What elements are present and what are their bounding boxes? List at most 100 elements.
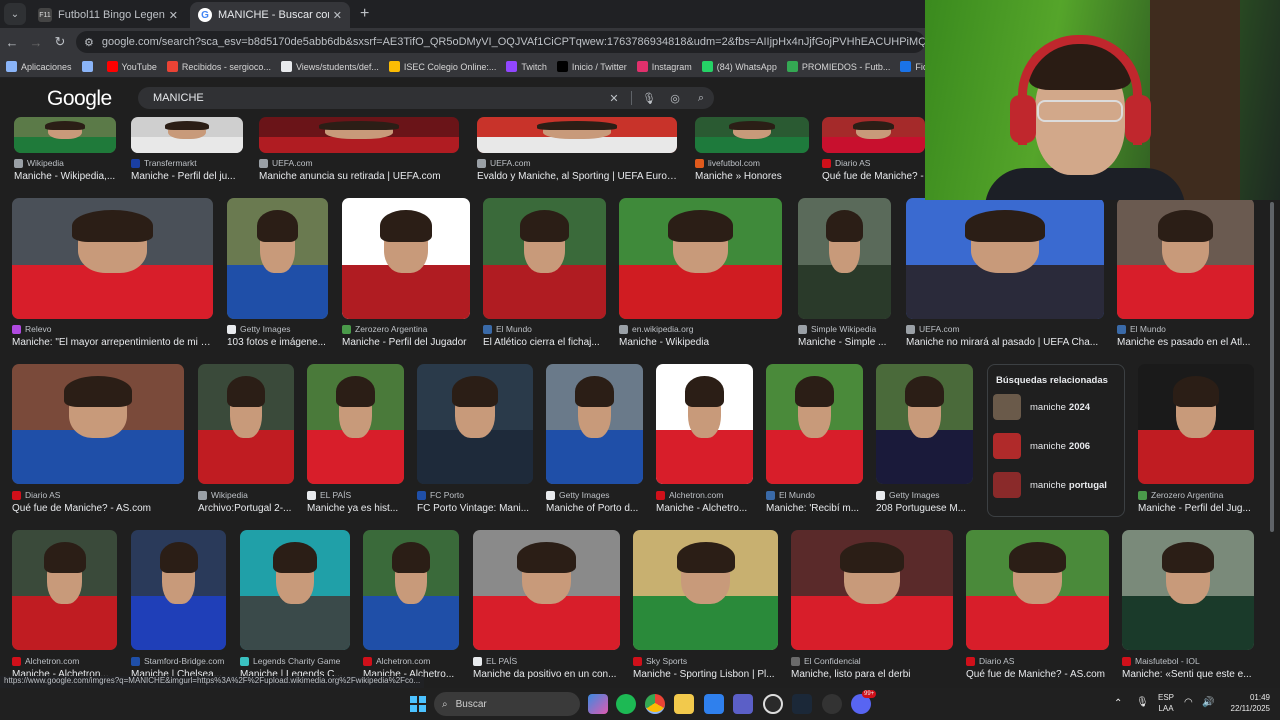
teams-icon[interactable]	[733, 694, 753, 714]
result-source[interactable]: UEFA.com	[259, 158, 459, 168]
result-source[interactable]: Transfermarkt	[131, 158, 243, 168]
result-thumbnail[interactable]	[633, 530, 778, 650]
result-source[interactable]: El Mundo	[766, 490, 863, 500]
image-result[interactable]: Alchetron.com Maniche - Alchetro...	[363, 530, 459, 683]
result-title[interactable]: Maniche no mirará al pasado | UEFA Cha..…	[906, 337, 1104, 348]
image-result[interactable]: Maisfutebol - IOL Maniche: «Senti que est…	[1122, 530, 1254, 683]
bookmark-item[interactable]: Instagram	[636, 61, 692, 72]
new-tab-button[interactable]: +	[360, 5, 369, 23]
tab-futbol11[interactable]: F11 Futbol11 Bingo Legends - Play ✕	[30, 2, 186, 28]
image-result[interactable]: FC Porto FC Porto Vintage: Mani...	[417, 364, 533, 517]
bookmark-item[interactable]: Twitch	[506, 61, 547, 72]
image-result[interactable]: Getty Images Maniche of Porto d...	[546, 364, 643, 517]
bookmark-item[interactable]: (84) WhatsApp	[701, 61, 777, 72]
result-title[interactable]: Maniche - Perfil del Jug...	[1138, 503, 1254, 514]
result-thumbnail[interactable]	[131, 530, 226, 650]
bookmark-item[interactable]: Fichajes de fútbol, r...	[900, 61, 925, 72]
close-icon[interactable]: ✕	[333, 9, 342, 22]
language-indicator[interactable]: ESP LAA	[1158, 692, 1174, 714]
site-info-icon[interactable]: ⚙	[84, 36, 94, 49]
chrome-icon[interactable]	[645, 694, 665, 714]
image-result[interactable]: El Mundo Maniche: 'Recibí m...	[766, 364, 863, 517]
result-source[interactable]: Diario AS	[12, 490, 184, 500]
result-thumbnail[interactable]	[798, 198, 891, 319]
result-thumbnail[interactable]	[473, 530, 620, 650]
result-title[interactable]: El Atlético cierra el fichaj...	[483, 337, 606, 348]
result-thumbnail[interactable]	[483, 198, 606, 319]
result-title[interactable]: Archivo:Portugal 2-...	[198, 503, 294, 514]
result-title[interactable]: Maniche of Porto d...	[546, 503, 643, 514]
result-source[interactable]: Legends Charity Game	[240, 656, 350, 666]
result-thumbnail[interactable]	[14, 117, 116, 153]
taskbar-search[interactable]: ⌕ Buscar	[434, 692, 580, 716]
back-icon[interactable]: ←	[0, 35, 24, 50]
image-result[interactable]: Getty Images 208 Portuguese M...	[876, 364, 973, 517]
result-title[interactable]: 103 fotos e imágene...	[227, 337, 328, 348]
result-thumbnail[interactable]	[906, 198, 1104, 319]
lens-icon[interactable]: ◎	[662, 92, 688, 105]
tab-google-search[interactable]: G MANICHE - Buscar con Google ✕	[190, 2, 350, 28]
image-result[interactable]: EL PAÍS Maniche ya es hist...	[307, 364, 404, 517]
result-source[interactable]: Alchetron.com	[656, 490, 753, 500]
result-source[interactable]: EL PAÍS	[473, 656, 620, 666]
page-scrollbar[interactable]	[1268, 200, 1276, 675]
result-thumbnail[interactable]	[546, 364, 643, 484]
image-result[interactable]: Relevo Maniche: "El mayor arrepentimiento…	[12, 198, 213, 351]
result-thumbnail[interactable]	[12, 364, 184, 484]
image-result[interactable]: Alchetron.com Maniche - Alchetron...	[12, 530, 117, 683]
result-source[interactable]: Alchetron.com	[12, 656, 117, 666]
bookmark-item[interactable]: Views/students/def...	[280, 61, 379, 72]
microphone-icon[interactable]: 🎙	[636, 92, 662, 105]
result-title[interactable]: Maniche: "El mayor arrepentimiento de mi…	[12, 337, 213, 348]
result-title[interactable]: Maniche, listo para el derbi	[791, 669, 953, 680]
result-title[interactable]: Evaldo y Maniche, al Sporting | UEFA Eur…	[477, 171, 677, 182]
search-icon[interactable]: ⌕	[688, 92, 714, 105]
clock[interactable]: 01:49 22/11/2025	[1226, 692, 1270, 714]
image-result[interactable]: Stamford-Bridge.com Maniche | Chelsea...	[131, 530, 226, 683]
result-thumbnail[interactable]	[477, 117, 677, 153]
result-source[interactable]: Getty Images	[227, 324, 328, 334]
image-result[interactable]: UEFA.com Maniche no mirará al pasado | UE…	[906, 198, 1104, 351]
google-logo[interactable]: Google	[47, 87, 112, 111]
result-title[interactable]: Maniche » Honores	[695, 171, 809, 182]
result-thumbnail[interactable]	[791, 530, 953, 650]
result-thumbnail[interactable]	[822, 117, 925, 153]
image-result[interactable]: EL PAÍS Maniche da positivo en un con...	[473, 530, 620, 683]
result-thumbnail[interactable]	[259, 117, 459, 153]
image-result[interactable]: Zerozero Argentina Maniche - Perfil del J…	[1138, 364, 1254, 517]
close-icon[interactable]: ✕	[169, 9, 178, 22]
result-title[interactable]: FC Porto Vintage: Mani...	[417, 503, 533, 514]
show-hidden-icons[interactable]: ⌃	[1114, 698, 1122, 709]
bookmark-item[interactable]: Aplicaciones	[6, 61, 72, 72]
result-title[interactable]: Qué fue de Maniche? - AS.com	[966, 669, 1109, 680]
result-title[interactable]: Maniche anuncia su retirada | UEFA.com	[259, 171, 459, 182]
related-item[interactable]: maniche portugal	[988, 467, 1124, 503]
reload-icon[interactable]: ↻	[48, 34, 72, 50]
result-thumbnail[interactable]	[417, 364, 533, 484]
bookmark-item[interactable]: Recibidos - sergioco...	[166, 61, 271, 72]
result-thumbnail[interactable]	[227, 198, 328, 319]
result-title[interactable]: Maniche - Alchetro...	[656, 503, 753, 514]
result-title[interactable]: Qué fue de Maniche? - AS.com	[12, 503, 184, 514]
result-source[interactable]: Simple Wikipedia	[798, 324, 891, 334]
result-title[interactable]: Maniche: «Senti que este e...	[1122, 669, 1254, 680]
bookmark-item[interactable]: PROMIEDOS - Futb...	[786, 61, 890, 72]
result-title[interactable]: Maniche - Perfil del ju...	[131, 171, 243, 182]
file-explorer-icon[interactable]	[674, 694, 694, 714]
result-thumbnail[interactable]	[12, 530, 117, 650]
bookmark-item[interactable]: Inicio / Twitter	[556, 61, 627, 72]
image-result[interactable]: UEFA.com Evaldo y Maniche, al Sporting | …	[477, 117, 677, 185]
result-title[interactable]: Maniche es pasado en el Atl...	[1117, 337, 1254, 348]
tab-search-button[interactable]: ⌄	[4, 3, 26, 25]
windows-start-icon[interactable]	[410, 696, 426, 712]
result-thumbnail[interactable]	[876, 364, 973, 484]
result-title[interactable]: Maniche - Perfil del Jugador	[342, 337, 470, 348]
result-thumbnail[interactable]	[198, 364, 294, 484]
result-thumbnail[interactable]	[1122, 530, 1254, 650]
result-source[interactable]: El Mundo	[483, 324, 606, 334]
volume-icon[interactable]: 🔊	[1202, 697, 1214, 708]
result-source[interactable]: El Mundo	[1117, 324, 1254, 334]
result-thumbnail[interactable]	[966, 530, 1109, 650]
result-thumbnail[interactable]	[240, 530, 350, 650]
image-result[interactable]: livefutbol.com Maniche » Honores	[695, 117, 809, 185]
